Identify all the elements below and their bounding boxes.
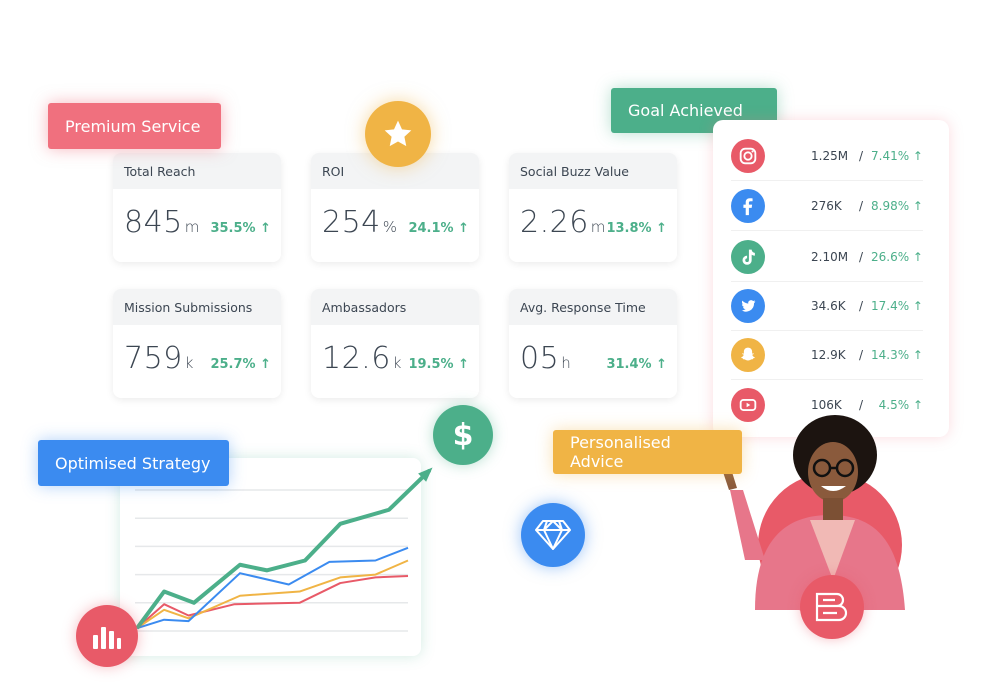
- diamond-icon: [535, 520, 571, 550]
- bar-chart-icon: [93, 627, 121, 649]
- brand-logo: [815, 592, 848, 622]
- personalised-advice-tag: Personalised Advice: [553, 430, 742, 474]
- series-line: [135, 468, 432, 630]
- brand-logo-badge: [800, 575, 864, 639]
- tag-label: Optimised Strategy: [55, 453, 211, 473]
- diamond-badge: [521, 503, 585, 567]
- dollar-badge: $: [433, 405, 493, 465]
- bar-chart-badge: [76, 605, 138, 667]
- optimised-strategy-tag: Optimised Strategy: [38, 440, 229, 486]
- dollar-icon: $: [452, 417, 474, 453]
- tag-label: Personalised Advice: [570, 433, 671, 471]
- series-line: [136, 546, 409, 630]
